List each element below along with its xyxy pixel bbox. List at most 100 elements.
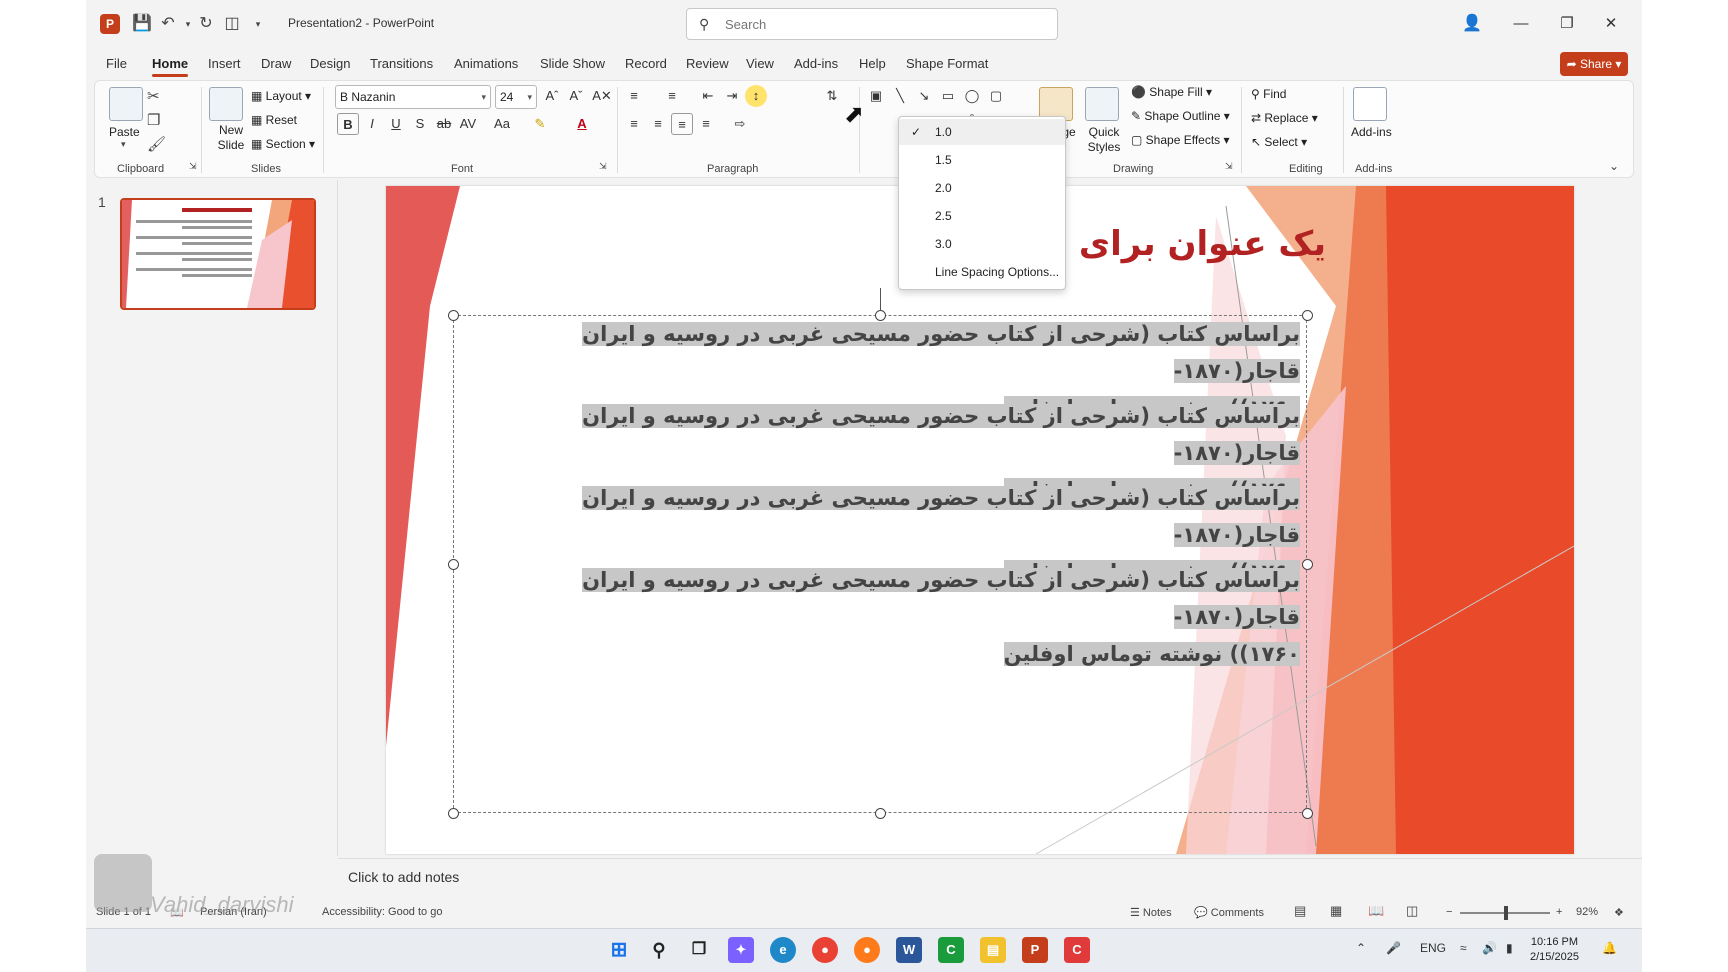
copy-icon[interactable]: ❐ bbox=[147, 111, 160, 129]
slide-thumbnail[interactable] bbox=[120, 198, 316, 310]
add-ins-button[interactable]: Add-ins bbox=[1351, 125, 1392, 139]
align-center-icon[interactable]: ≡ bbox=[647, 113, 669, 135]
quick-styles-icon[interactable] bbox=[1085, 87, 1119, 121]
resize-handle[interactable] bbox=[1302, 310, 1313, 321]
font-launcher-icon[interactable]: ⇲ bbox=[599, 161, 607, 172]
replace-button[interactable]: ⇄ Replace ▾ bbox=[1251, 111, 1318, 125]
volume-icon[interactable]: 🔊 bbox=[1482, 941, 1497, 955]
resize-handle[interactable] bbox=[875, 808, 886, 819]
zoom-out-icon[interactable]: − bbox=[1446, 906, 1452, 918]
italic-icon[interactable]: I bbox=[361, 113, 383, 135]
search-box[interactable]: ⚲ bbox=[686, 8, 1058, 40]
format-painter-icon[interactable]: 🖌 bbox=[147, 135, 166, 153]
rectangle-icon[interactable]: ▭ bbox=[937, 85, 959, 107]
font-name-combo[interactable]: B Nazanin ▾ bbox=[335, 85, 491, 109]
oval-icon[interactable]: ◯ bbox=[961, 85, 983, 107]
edge-icon[interactable]: e bbox=[770, 937, 796, 963]
system-clock[interactable]: 10:16 PM 2/15/2025 bbox=[1530, 935, 1579, 965]
slideshow-view-icon[interactable]: ◫ bbox=[1406, 903, 1418, 919]
align-left-icon[interactable]: ≡ bbox=[623, 113, 645, 135]
strikethrough-icon[interactable]: ab bbox=[433, 113, 455, 135]
bold-icon[interactable]: B bbox=[337, 113, 359, 135]
zoom-level[interactable]: 92% bbox=[1576, 906, 1598, 918]
text-box-icon[interactable]: ▣ bbox=[865, 85, 887, 107]
collapse-ribbon-icon[interactable]: ⌄ bbox=[1609, 159, 1619, 173]
zoom-slider-thumb[interactable] bbox=[1504, 906, 1508, 920]
word-icon[interactable]: W bbox=[896, 937, 922, 963]
comments-toggle[interactable]: 💬 Comments bbox=[1194, 906, 1264, 919]
quick-styles-button[interactable]: Quick Styles bbox=[1087, 125, 1121, 155]
line-spacing-option[interactable]: 2.5 bbox=[899, 203, 1065, 229]
tab-help[interactable]: Help bbox=[859, 56, 886, 71]
redo-icon[interactable]: ↻ bbox=[196, 14, 216, 34]
line-spacing-option[interactable]: 1.5 bbox=[899, 147, 1065, 173]
tray-overflow-icon[interactable]: ⌃ bbox=[1356, 941, 1366, 955]
wifi-icon[interactable]: ≈ bbox=[1460, 941, 1467, 955]
line-spacing-option[interactable]: ✓ 1.0 bbox=[899, 119, 1065, 145]
taskbar-search-icon[interactable]: ⚲ bbox=[646, 937, 672, 963]
tab-design[interactable]: Design bbox=[310, 56, 350, 71]
line-spacing-option[interactable]: 2.0 bbox=[899, 175, 1065, 201]
bullets-icon[interactable]: ≡ bbox=[623, 85, 645, 107]
rounded-rect-icon[interactable]: ▢ bbox=[985, 85, 1007, 107]
tab-add-ins[interactable]: Add-ins bbox=[794, 56, 838, 71]
task-view-icon[interactable]: ❐ bbox=[686, 937, 712, 963]
resize-handle[interactable] bbox=[1302, 808, 1313, 819]
account-icon[interactable]: 👤 bbox=[1462, 14, 1482, 34]
tab-review[interactable]: Review bbox=[686, 56, 729, 71]
cut-icon[interactable]: ✂ bbox=[147, 87, 160, 105]
text-direction-icon[interactable]: ⇨ bbox=[729, 113, 751, 135]
start-icon[interactable]: ⊞ bbox=[606, 937, 632, 963]
find-button[interactable]: ⚲ Find bbox=[1251, 87, 1286, 101]
sort-icon[interactable]: ⇅ bbox=[821, 85, 843, 107]
resize-handle[interactable] bbox=[448, 808, 459, 819]
notification-icon[interactable]: 🔔 bbox=[1602, 941, 1617, 955]
numbering-icon[interactable]: ≡ bbox=[661, 85, 683, 107]
new-slide-button[interactable]: New Slide bbox=[213, 123, 249, 153]
accessibility-status[interactable]: Accessibility: Good to go bbox=[322, 906, 442, 918]
increase-indent-icon[interactable]: ⇥ bbox=[721, 85, 743, 107]
restore-button[interactable]: ❐ bbox=[1552, 12, 1582, 36]
chrome-icon[interactable]: ● bbox=[812, 937, 838, 963]
search-input[interactable] bbox=[725, 15, 1025, 33]
reading-view-icon[interactable]: 📖 bbox=[1368, 903, 1384, 919]
input-language[interactable]: ENG bbox=[1420, 941, 1446, 955]
recorder-icon[interactable]: C bbox=[1064, 937, 1090, 963]
character-spacing-icon[interactable]: AV bbox=[457, 113, 479, 135]
align-right-icon[interactable]: ≡ bbox=[671, 113, 693, 135]
paste-dropdown-icon[interactable]: ▾ bbox=[121, 139, 126, 150]
firefox-icon[interactable]: ● bbox=[854, 937, 880, 963]
tab-home[interactable]: Home bbox=[152, 56, 189, 77]
file-explorer-icon[interactable]: ▤ bbox=[980, 937, 1006, 963]
tab-slide-show[interactable]: Slide Show bbox=[540, 56, 605, 71]
font-color-icon[interactable]: A bbox=[571, 113, 593, 135]
notes-pane[interactable]: Click to add notes bbox=[338, 858, 1642, 894]
new-slide-icon[interactable] bbox=[209, 87, 243, 121]
tab-insert[interactable]: Insert bbox=[208, 56, 241, 71]
tab-record[interactable]: Record bbox=[625, 56, 667, 71]
decrease-font-icon[interactable]: Aˇ bbox=[565, 85, 587, 107]
decrease-indent-icon[interactable]: ⇤ bbox=[697, 85, 719, 107]
resize-handle[interactable] bbox=[448, 559, 459, 570]
shadow-icon[interactable]: S bbox=[409, 113, 431, 135]
line-spacing-icon[interactable]: ↕ bbox=[745, 85, 767, 107]
resize-handle[interactable] bbox=[448, 310, 459, 321]
tab-file[interactable]: File bbox=[106, 56, 127, 71]
zoom-in-icon[interactable]: + bbox=[1556, 906, 1562, 918]
shape-fill-button[interactable]: ⚫ Shape Fill ▾ bbox=[1131, 85, 1212, 99]
save-icon[interactable]: 💾 bbox=[132, 14, 152, 34]
powerpoint-taskbar-icon[interactable]: P bbox=[1022, 937, 1048, 963]
battery-icon[interactable]: ▮ bbox=[1506, 941, 1513, 955]
underline-icon[interactable]: U bbox=[385, 113, 407, 135]
microphone-icon[interactable]: 🎤 bbox=[1386, 941, 1401, 955]
tab-transitions[interactable]: Transitions bbox=[370, 56, 433, 71]
resize-handle[interactable] bbox=[1302, 559, 1313, 570]
drawing-launcher-icon[interactable]: ⇲ bbox=[1225, 161, 1233, 172]
increase-font-icon[interactable]: Aˆ bbox=[541, 85, 563, 107]
resize-handle[interactable] bbox=[875, 310, 886, 321]
undo-icon[interactable]: ↶ bbox=[158, 14, 178, 34]
paste-button[interactable]: Paste bbox=[109, 125, 140, 139]
font-size-combo[interactable]: 24 ▾ bbox=[495, 85, 537, 109]
copilot-icon[interactable]: ✦ bbox=[728, 937, 754, 963]
clear-formatting-icon[interactable]: A✕ bbox=[591, 85, 613, 107]
